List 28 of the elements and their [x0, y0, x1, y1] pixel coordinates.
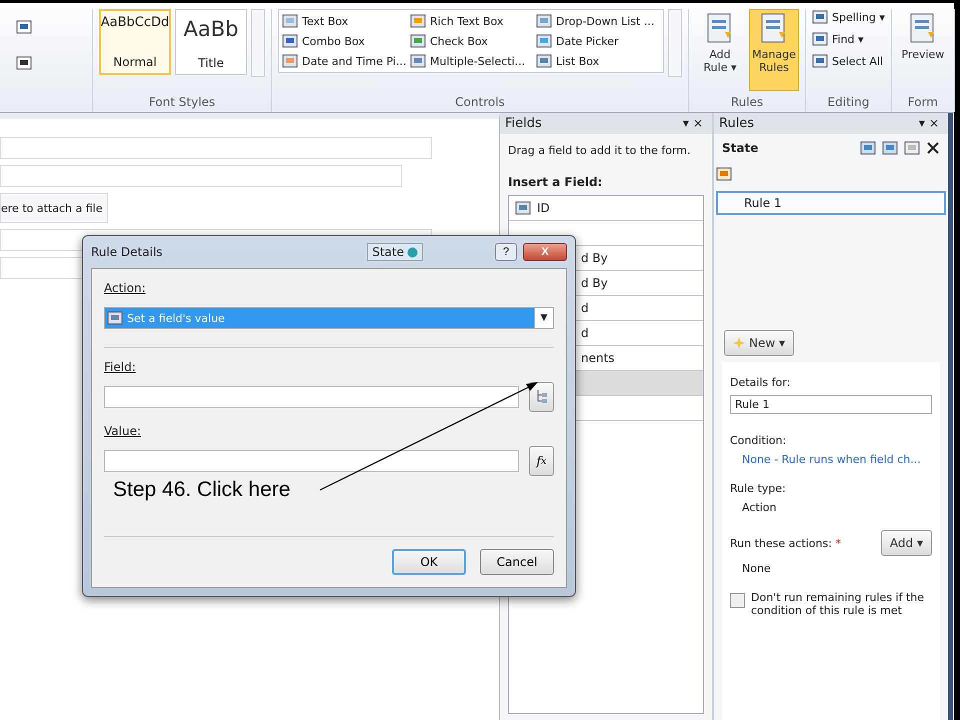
dropdown-value: Set a field's value — [105, 308, 534, 328]
action-label: Action: — [104, 281, 147, 295]
group-label: Rules — [730, 95, 764, 111]
field-label: Field: — [104, 360, 137, 374]
style-name: Title — [198, 56, 224, 70]
group-label: Form — [906, 95, 939, 111]
group-label: Editing — [826, 95, 870, 111]
details-label: Details for: — [730, 376, 792, 389]
step-callout-text: Step 46. Click here — [113, 478, 290, 502]
pane-title: Fields — [505, 116, 542, 131]
group-label: Font Styles — [148, 95, 216, 111]
pane-hint: Drag a field to add it to the form. — [507, 143, 692, 157]
condition-label: Condition: — [730, 434, 788, 447]
checkbox-label: Don't run remaining rules if the condition of this rule is met — [751, 591, 926, 617]
group-label: Controls — [454, 95, 506, 111]
style-sample: AaBb — [186, 16, 236, 43]
drag-tag: State — [367, 243, 423, 261]
style-sample: AaBbCcDd — [100, 15, 170, 32]
rule-type-value: Action — [741, 501, 778, 514]
value-label: Value: — [104, 424, 142, 438]
pane-title: Rules — [719, 116, 754, 131]
style-name: Normal — [113, 55, 157, 69]
actions-label: Run these actions: * — [730, 536, 841, 550]
rule-type-label: Rule type: — [730, 482, 787, 495]
section-label: Insert a Field: — [507, 174, 604, 191]
field-name: State — [722, 141, 758, 155]
actions-value: None — [741, 562, 772, 575]
dialog-title: Rule Details — [91, 245, 163, 259]
